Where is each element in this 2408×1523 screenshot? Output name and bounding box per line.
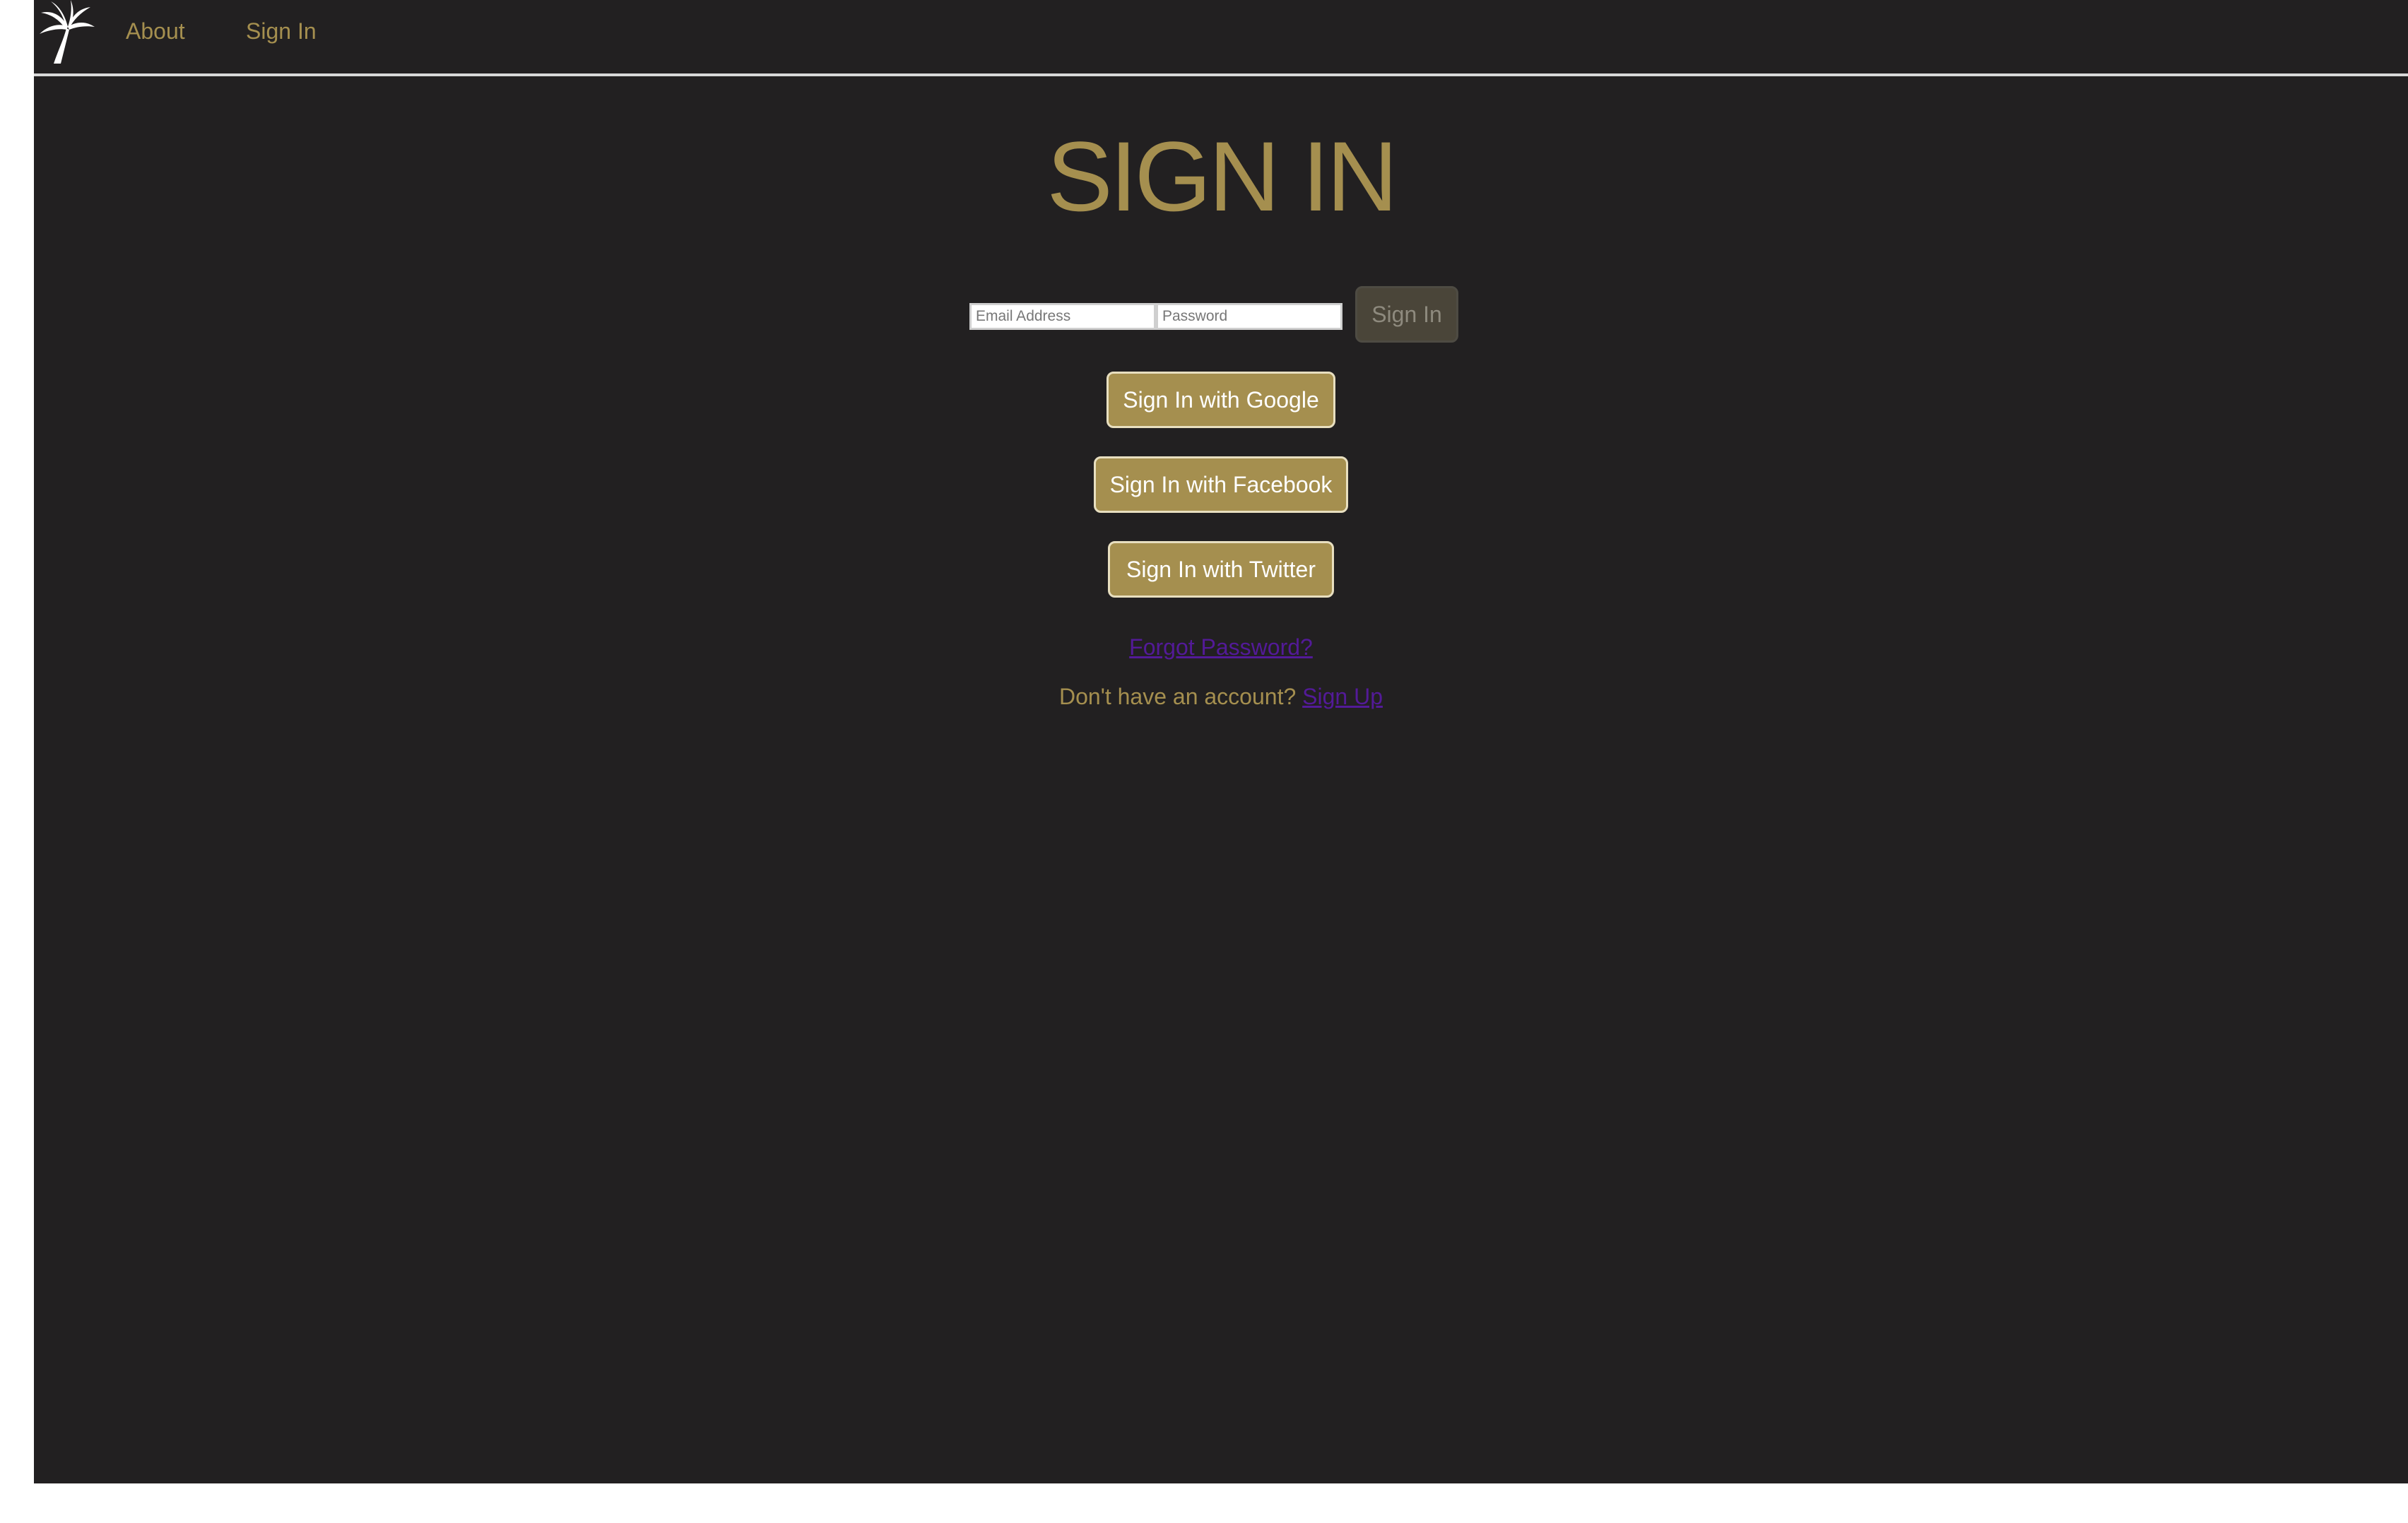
top-navbar: About Sign In xyxy=(34,0,2408,76)
signup-prompt-text: Don't have an account? xyxy=(1059,684,1297,709)
signup-row: Don't have an account? Sign Up xyxy=(34,681,2408,712)
sign-in-button[interactable]: Sign In xyxy=(1355,286,1458,343)
sign-in-twitter-button[interactable]: Sign In with Twitter xyxy=(1108,541,1334,598)
forgot-password-link[interactable]: Forgot Password? xyxy=(34,632,2408,663)
sign-in-google-button[interactable]: Sign In with Google xyxy=(1106,372,1335,428)
nav-link-sign-in[interactable]: Sign In xyxy=(246,17,317,45)
nav-link-about[interactable]: About xyxy=(126,17,185,45)
password-field[interactable] xyxy=(1156,303,1342,330)
app-container: About Sign In SIGN IN Sign In Sign In wi… xyxy=(34,0,2408,1483)
sign-in-facebook-button[interactable]: Sign In with Facebook xyxy=(1094,456,1348,513)
sign-up-link[interactable]: Sign Up xyxy=(1302,684,1383,709)
email-field[interactable] xyxy=(969,303,1156,330)
page-title: SIGN IN xyxy=(1046,121,1398,232)
palm-tree-icon[interactable] xyxy=(35,0,96,65)
